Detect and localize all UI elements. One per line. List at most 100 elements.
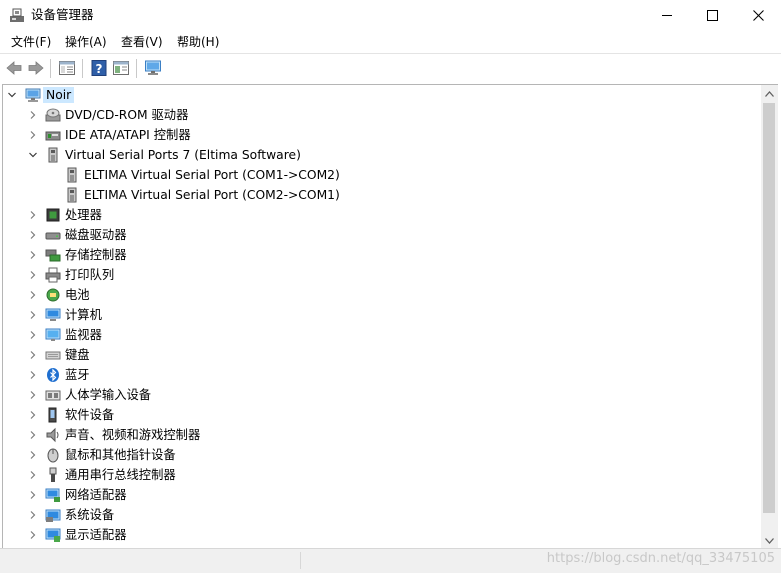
close-button[interactable] xyxy=(735,0,781,31)
tree-item-label: 声音、视频和游戏控制器 xyxy=(65,428,201,442)
maximize-button[interactable] xyxy=(689,0,735,31)
chevron-right-icon[interactable] xyxy=(29,211,37,219)
tree-category-item[interactable]: IDE ATA/ATAPI 控制器 xyxy=(3,125,762,145)
chevron-right-icon[interactable] xyxy=(29,291,37,299)
watermark-text: https://blog.csdn.net/qq_33475105 xyxy=(546,551,775,566)
tree-item-label: 软件设备 xyxy=(65,408,115,422)
maximize-icon xyxy=(706,10,718,21)
usb-icon xyxy=(49,467,57,482)
monitor-icon xyxy=(45,328,61,341)
minimize-button[interactable] xyxy=(644,0,690,31)
tree-category-item[interactable]: 监视器 xyxy=(3,325,762,345)
forward-arrow-icon[interactable] xyxy=(27,59,45,77)
display-adapter-icon xyxy=(45,528,61,542)
show-hide-console-tree-icon[interactable] xyxy=(58,59,76,77)
tree-category-item[interactable]: 处理器 xyxy=(3,205,762,225)
tree-item-label: Virtual Serial Ports 7 (Eltima Software) xyxy=(65,148,301,162)
chevron-right-icon[interactable] xyxy=(29,231,37,239)
tree-category-item[interactable]: 电池 xyxy=(3,285,762,305)
tree-root-label[interactable]: Noir xyxy=(43,87,75,103)
tree-item-label: 键盘 xyxy=(65,348,90,362)
tree-category-item[interactable]: 打印队列 xyxy=(3,265,762,285)
tree-item-label: 网络适配器 xyxy=(65,488,127,502)
tree-category-item[interactable]: 键盘 xyxy=(3,345,762,365)
serial-port-icon xyxy=(67,187,77,203)
tree-category-item[interactable]: 软件设备 xyxy=(3,405,762,425)
menu-file[interactable]: 文件(F) xyxy=(11,35,51,50)
chevron-right-icon[interactable] xyxy=(29,311,37,319)
device-manager-window: 设备管理器 文件(F) 操作(A) 查看(V) 帮助(H) ? Noir DVD… xyxy=(0,0,781,573)
tree-item-label: 打印队列 xyxy=(65,268,115,282)
chevron-right-icon[interactable] xyxy=(29,371,37,379)
help-icon[interactable]: ? xyxy=(90,59,108,77)
device-tree: Noir DVD/CD-ROM 驱动器 IDE ATA/ATAPI 控制器 Virtu… xyxy=(2,84,762,549)
chevron-right-icon[interactable] xyxy=(29,111,37,119)
menu-help[interactable]: 帮助(H) xyxy=(177,35,219,50)
tree-category-item[interactable]: 磁盘驱动器 xyxy=(3,225,762,245)
toolbar-separator xyxy=(82,59,83,78)
storage-controller-icon xyxy=(45,249,61,262)
tree-item-label: 处理器 xyxy=(65,208,102,222)
chevron-right-icon[interactable] xyxy=(29,451,37,459)
svg-text:?: ? xyxy=(96,62,103,76)
chevron-right-icon[interactable] xyxy=(29,431,37,439)
scan-hardware-icon[interactable] xyxy=(144,59,162,77)
menu-view[interactable]: 查看(V) xyxy=(121,35,163,50)
scroll-thumb[interactable] xyxy=(763,103,775,513)
tree-category-item[interactable]: 计算机 xyxy=(3,305,762,325)
chevron-down-icon[interactable] xyxy=(8,91,16,99)
title-bar: 设备管理器 xyxy=(0,0,781,31)
system-device-icon xyxy=(45,509,61,522)
tree-child-item[interactable]: ELTIMA Virtual Serial Port (COM1->COM2) xyxy=(3,165,762,185)
chevron-right-icon[interactable] xyxy=(29,351,37,359)
tree-category-item[interactable]: 声音、视频和游戏控制器 xyxy=(3,425,762,445)
vertical-scrollbar[interactable] xyxy=(761,84,778,549)
tree-category-item[interactable]: 网络适配器 xyxy=(3,485,762,505)
mouse-icon xyxy=(47,448,59,463)
chevron-up-icon xyxy=(765,90,774,97)
tree-item-label: IDE ATA/ATAPI 控制器 xyxy=(65,128,191,142)
tree-category-item[interactable]: DVD/CD-ROM 驱动器 xyxy=(3,105,762,125)
computer-root-icon xyxy=(25,88,41,102)
tree-category-item[interactable]: 显示适配器 xyxy=(3,525,762,545)
chevron-right-icon[interactable] xyxy=(29,411,37,419)
tree-item-label: DVD/CD-ROM 驱动器 xyxy=(65,108,189,122)
chevron-right-icon[interactable] xyxy=(29,531,37,539)
chevron-right-icon[interactable] xyxy=(29,251,37,259)
tree-category-item[interactable]: 通用串行总线控制器 xyxy=(3,465,762,485)
close-icon xyxy=(752,10,764,21)
back-arrow-icon[interactable] xyxy=(5,59,23,77)
properties-icon[interactable] xyxy=(112,59,130,77)
serial-port-icon xyxy=(67,167,77,183)
tree-category-item[interactable]: 人体学输入设备 xyxy=(3,385,762,405)
chevron-right-icon[interactable] xyxy=(29,331,37,339)
chevron-right-icon[interactable] xyxy=(29,491,37,499)
chevron-right-icon[interactable] xyxy=(29,471,37,479)
device-manager-icon xyxy=(10,8,24,22)
chevron-right-icon[interactable] xyxy=(29,131,37,139)
sound-icon xyxy=(46,427,59,443)
software-device-icon xyxy=(48,407,57,423)
tree-category-item[interactable]: 存储控制器 xyxy=(3,245,762,265)
chevron-down-icon[interactable] xyxy=(29,151,37,159)
toolbar-separator xyxy=(50,59,51,78)
chevron-right-icon[interactable] xyxy=(29,391,37,399)
tree-item-label: 蓝牙 xyxy=(65,368,90,382)
tree-root[interactable]: Noir xyxy=(3,85,762,105)
tree-category-item[interactable]: 蓝牙 xyxy=(3,365,762,385)
tree-category-item[interactable]: 系统设备 xyxy=(3,505,762,525)
chevron-down-icon xyxy=(765,537,774,544)
tree-category-item[interactable]: 鼠标和其他指针设备 xyxy=(3,445,762,465)
processor-icon xyxy=(46,208,60,222)
chevron-right-icon[interactable] xyxy=(29,511,37,519)
menu-action[interactable]: 操作(A) xyxy=(65,35,107,50)
computer-icon xyxy=(45,308,61,321)
tree-child-item[interactable]: ELTIMA Virtual Serial Port (COM2->COM1) xyxy=(3,185,762,205)
chevron-right-icon[interactable] xyxy=(29,271,37,279)
scroll-up-button[interactable] xyxy=(761,85,778,102)
tree-item-label: 通用串行总线控制器 xyxy=(65,468,176,482)
dvd-drive-icon xyxy=(45,108,61,122)
network-adapter-icon xyxy=(45,488,60,502)
scroll-down-button[interactable] xyxy=(761,532,778,549)
tree-category-item[interactable]: Virtual Serial Ports 7 (Eltima Software) xyxy=(3,145,762,165)
